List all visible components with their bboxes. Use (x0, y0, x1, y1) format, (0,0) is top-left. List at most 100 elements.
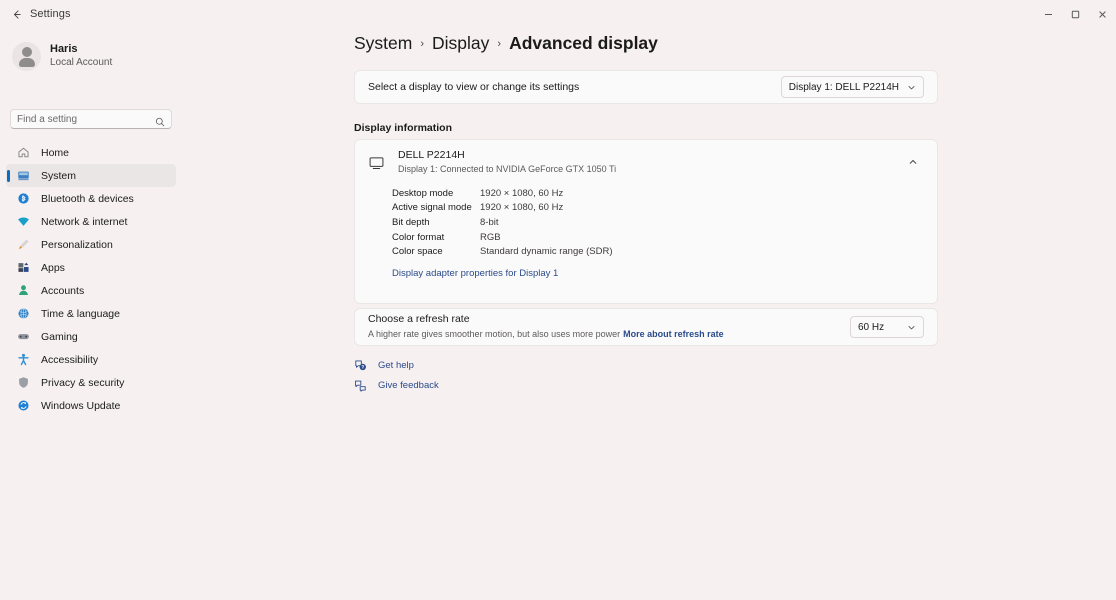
chevron-down-icon (907, 323, 916, 332)
sidebar-item-label: Accessibility (41, 353, 99, 366)
give-feedback-label: Give feedback (378, 380, 439, 391)
accounts-icon (16, 283, 31, 298)
spec-key: Active signal mode (392, 202, 472, 214)
spec-key: Color format (392, 231, 445, 243)
display-specs-list: Desktop mode 1920 × 1080, 60 Hz Active s… (355, 184, 937, 279)
window-controls (1035, 0, 1116, 28)
sidebar-item-label: Bluetooth & devices (41, 192, 134, 205)
spec-value: 8-bit (480, 216, 499, 228)
breadcrumb-system[interactable]: System (354, 33, 412, 54)
get-help-link[interactable]: Get help (354, 356, 439, 375)
breadcrumb-separator-icon: › (420, 38, 425, 50)
display-selector-label: Select a display to view or change its s… (368, 81, 580, 93)
display-name: DELL P2214H (398, 148, 465, 161)
sidebar-item-label: Time & language (41, 307, 120, 320)
more-about-refresh-rate-link[interactable]: More about refresh rate (623, 329, 724, 339)
page-title: Advanced display (509, 33, 658, 53)
sidebar: Haris Local Account Home (0, 28, 182, 600)
sidebar-item-label: Windows Update (41, 399, 121, 412)
display-information-card: DELL P2214H Display 1: Connected to NVID… (354, 139, 938, 304)
refresh-rate-value: 60 Hz (858, 321, 885, 333)
spec-value: RGB (480, 231, 501, 243)
breadcrumb: System › Display › Advanced display (354, 33, 658, 54)
sidebar-item-label: System (41, 169, 77, 182)
display-connection: Display 1: Connected to NVIDIA GeForce G… (398, 163, 617, 174)
give-feedback-icon (354, 379, 367, 392)
spec-row: Active signal mode 1920 × 1080, 60 Hz (392, 201, 937, 216)
sidebar-item-home[interactable]: Home (6, 141, 176, 164)
display-selector-value: Display 1: DELL P2214H (788, 81, 899, 93)
spec-key: Bit depth (392, 216, 430, 228)
privacy-icon (16, 375, 31, 390)
maximize-button[interactable] (1062, 0, 1089, 28)
chevron-down-icon (907, 83, 916, 92)
give-feedback-link[interactable]: Give feedback (354, 376, 439, 395)
settings-window: Settings Haris Local Account Find a sett… (0, 0, 1116, 600)
time-icon (16, 306, 31, 321)
sidebar-item-accessibility[interactable]: Accessibility (6, 348, 176, 371)
avatar-icon (12, 41, 41, 71)
sidebar-item-label: Gaming (41, 330, 78, 343)
sidebar-item-gaming[interactable]: Gaming (6, 325, 176, 348)
sidebar-item-label: Apps (41, 261, 65, 274)
close-button[interactable] (1089, 0, 1116, 28)
spec-value: Standard dynamic range (SDR) (480, 246, 613, 258)
spec-key: Color space (392, 246, 443, 258)
sidebar-item-bluetooth-devices[interactable]: Bluetooth & devices (6, 187, 176, 210)
chevron-up-icon[interactable] (902, 151, 924, 173)
get-help-label: Get help (378, 360, 414, 371)
accessibility-icon (16, 352, 31, 367)
bluetooth-icon (16, 191, 31, 206)
refresh-rate-dropdown[interactable]: 60 Hz (850, 316, 924, 338)
monitor-icon (368, 154, 385, 171)
network-icon (16, 214, 31, 229)
sidebar-item-network-internet[interactable]: Network & internet (6, 210, 176, 233)
window-title: Settings (30, 8, 71, 20)
sidebar-item-label: Privacy & security (41, 376, 125, 389)
display-selector-card: Select a display to view or change its s… (354, 70, 938, 104)
sidebar-item-privacy-security[interactable]: Privacy & security (6, 371, 176, 394)
refresh-rate-card: Choose a refresh rate A higher rate give… (354, 308, 938, 346)
spec-row: Color format RGB (392, 230, 937, 245)
display-adapter-properties-link[interactable]: Display adapter properties for Display 1 (392, 268, 937, 279)
sidebar-item-apps[interactable]: Apps (6, 256, 176, 279)
display-information-header[interactable]: DELL P2214H Display 1: Connected to NVID… (355, 140, 937, 184)
spec-row: Color space Standard dynamic range (SDR) (392, 244, 937, 259)
spec-value: 1920 × 1080, 60 Hz (480, 202, 564, 214)
profile-section[interactable]: Haris Local Account (12, 36, 172, 76)
sidebar-item-label: Network & internet (41, 215, 128, 228)
breadcrumb-display[interactable]: Display (432, 33, 489, 54)
sidebar-item-windows-update[interactable]: Windows Update (6, 394, 176, 417)
back-arrow-icon[interactable] (6, 5, 26, 23)
minimize-button[interactable] (1035, 0, 1062, 28)
title-bar: Settings (0, 0, 1116, 28)
display-information-heading: Display information (354, 122, 453, 134)
footer-links: Get help Give feedback (354, 356, 439, 396)
refresh-rate-description: A higher rate gives smoother motion, but… (368, 328, 621, 339)
sidebar-item-personalization[interactable]: Personalization (6, 233, 176, 256)
sidebar-item-label: Home (41, 146, 70, 159)
search-icon (155, 114, 165, 127)
profile-subtitle: Local Account (50, 57, 113, 69)
system-icon (16, 168, 31, 183)
main-content: System › Display › Advanced display Sele… (182, 28, 1116, 600)
gaming-icon (16, 329, 31, 344)
personalization-icon (16, 237, 31, 252)
sidebar-item-accounts[interactable]: Accounts (6, 279, 176, 302)
sidebar-item-system[interactable]: System (6, 164, 176, 187)
search-input[interactable] (17, 113, 155, 125)
home-icon (16, 145, 31, 160)
sidebar-item-label: Accounts (41, 284, 85, 297)
apps-icon (16, 260, 31, 275)
search-box[interactable] (10, 109, 172, 129)
refresh-rate-title: Choose a refresh rate (368, 313, 470, 326)
sidebar-item-label: Personalization (41, 238, 113, 251)
sidebar-item-time-language[interactable]: Time & language (6, 302, 176, 325)
windows-update-icon (16, 398, 31, 413)
display-selector-dropdown[interactable]: Display 1: DELL P2214H (780, 76, 924, 98)
get-help-icon (354, 359, 367, 372)
breadcrumb-separator-icon: › (497, 38, 502, 50)
spec-key: Desktop mode (392, 187, 454, 199)
profile-name: Haris (50, 42, 78, 55)
spec-row: Desktop mode 1920 × 1080, 60 Hz (392, 186, 937, 201)
